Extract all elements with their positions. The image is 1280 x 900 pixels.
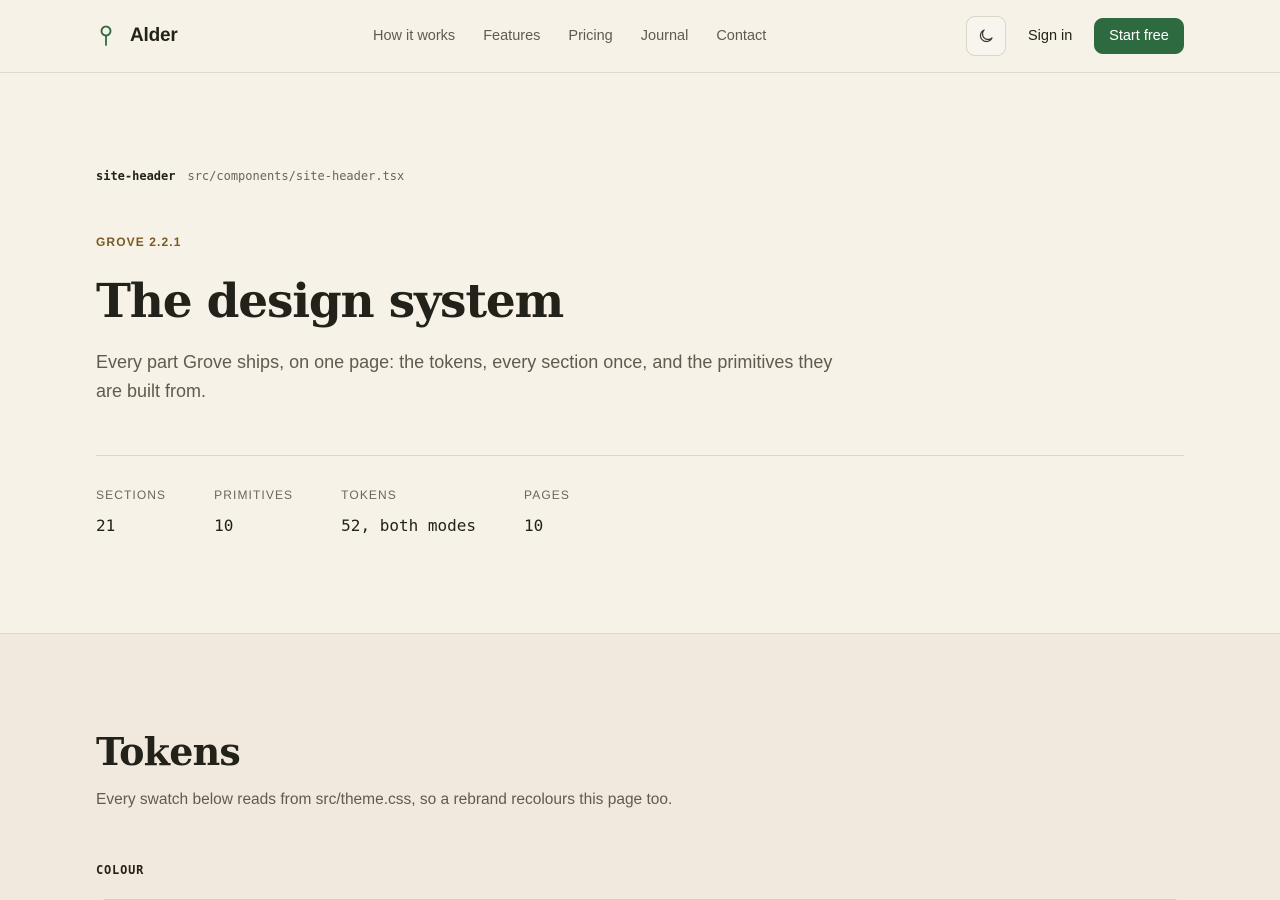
stat-value: 10 <box>214 516 234 535</box>
pin-icon <box>100 25 112 46</box>
brand-name: Alder <box>130 25 178 46</box>
nav-pricing[interactable]: Pricing <box>568 28 612 44</box>
component-tag: site-header src/components/site-header.t… <box>96 169 404 183</box>
component-name: site-header <box>96 169 176 183</box>
stat-label: SECTIONS <box>96 488 167 502</box>
moon-icon <box>979 29 993 43</box>
page-lede: Every part Grove ships, on one page: the… <box>96 352 833 401</box>
version-eyebrow: GROVE 2.2.1 <box>96 235 182 249</box>
nav-features[interactable]: Features <box>483 28 540 44</box>
stat-label: TOKENS <box>341 488 397 502</box>
stat-value: 10 <box>524 516 544 535</box>
start-free-button[interactable]: Start free <box>1094 18 1184 54</box>
stat-primitives: PRIMITIVES 10 <box>214 488 293 535</box>
component-path: src/components/site-header.tsx <box>187 169 405 183</box>
section-description: Every swatch below reads from src/theme.… <box>96 791 673 808</box>
stats-row: SECTIONS 21 PRIMITIVES 10 TOKENS 52, bot… <box>96 488 570 535</box>
stat-value: 21 <box>96 516 116 535</box>
nav-how-it-works[interactable]: How it works <box>373 28 455 44</box>
stat-sections: SECTIONS 21 <box>96 488 166 535</box>
stat-label: PRIMITIVES <box>214 488 294 502</box>
theme-toggle-button[interactable] <box>966 16 1006 56</box>
stat-value: 52, both modes <box>341 516 477 535</box>
stat-tokens: TOKENS 52, both modes <box>341 488 476 535</box>
nav-journal[interactable]: Journal <box>641 28 689 44</box>
section-title: Tokens <box>96 729 241 774</box>
tokens-section: Tokens Every swatch below reads from src… <box>0 633 1280 900</box>
stat-pages: PAGES 10 <box>524 488 570 535</box>
colour-heading: COLOUR <box>96 863 145 877</box>
main-nav: How it works Features Pricing Journal Co… <box>373 0 766 72</box>
brand-logo[interactable]: Alder <box>96 18 178 54</box>
nav-contact[interactable]: Contact <box>716 28 766 44</box>
page-title: The design system <box>96 274 564 329</box>
divider <box>96 455 1184 456</box>
site-header: Alder How it works Features Pricing Jour… <box>0 0 1280 73</box>
stat-label: PAGES <box>524 488 570 502</box>
sign-in-link[interactable]: Sign in <box>1028 24 1072 48</box>
